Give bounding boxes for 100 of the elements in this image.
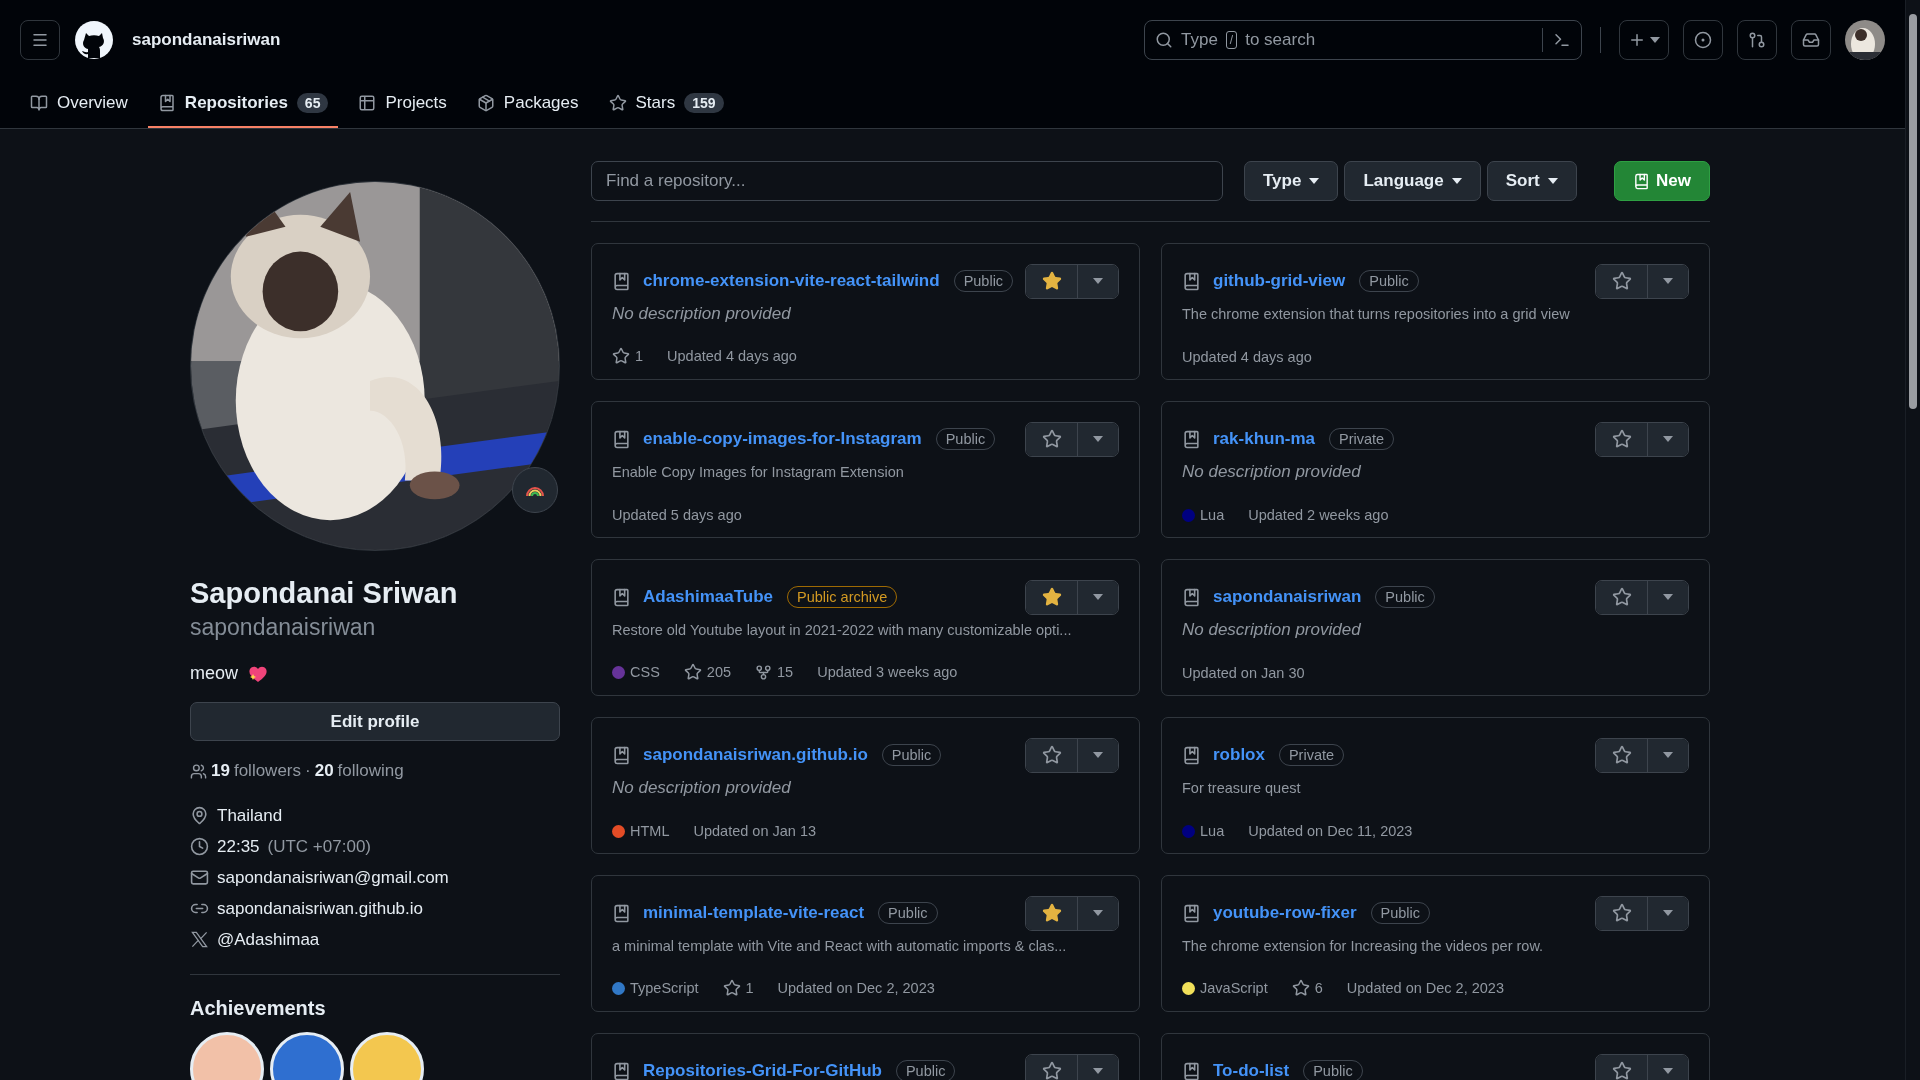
package-icon xyxy=(476,94,495,112)
language-name: TypeScript xyxy=(630,980,699,996)
star-list-dropdown[interactable] xyxy=(1648,264,1688,298)
search-field[interactable]: Type / to search xyxy=(1144,20,1582,60)
repository-description: For treasure quest xyxy=(1182,779,1302,798)
star-list-dropdown[interactable] xyxy=(1648,580,1688,614)
star-split-button[interactable] xyxy=(1595,579,1689,615)
star-button[interactable] xyxy=(1026,422,1078,456)
star-list-dropdown[interactable] xyxy=(1078,264,1118,298)
profile-detail[interactable]: sapondanaisriwan@gmail.com xyxy=(217,867,449,888)
star-list-dropdown[interactable] xyxy=(1078,422,1118,456)
star-split-button[interactable] xyxy=(1025,895,1119,931)
menu-button[interactable] xyxy=(20,20,60,60)
star-count[interactable]: 205 xyxy=(706,664,732,680)
fork-count[interactable]: 15 xyxy=(777,664,794,680)
profile-tab[interactable]: Repositories 65 xyxy=(147,80,339,128)
star-button[interactable] xyxy=(1026,1054,1078,1080)
repository-link[interactable]: minimal-template-vite-react xyxy=(643,903,865,923)
star-split-button[interactable] xyxy=(1595,421,1689,457)
repository-link[interactable]: youtube-row-fixer xyxy=(1213,903,1357,923)
star-button[interactable] xyxy=(1026,264,1078,298)
profile-tab[interactable]: Packages xyxy=(466,80,589,128)
profile-tab[interactable]: Overview xyxy=(20,80,138,128)
repository-link[interactable]: AdashimaaTube xyxy=(643,587,774,607)
filter-dropdown[interactable]: Type xyxy=(1244,161,1339,201)
inbox-button[interactable] xyxy=(1791,20,1831,60)
profile-tab[interactable]: Projects xyxy=(348,80,457,128)
star-split-button[interactable] xyxy=(1595,263,1689,299)
star-list-dropdown[interactable] xyxy=(1648,896,1688,930)
scrollbar[interactable] xyxy=(1905,0,1920,1080)
star-split-button[interactable] xyxy=(1025,579,1119,615)
command-palette-icon xyxy=(1553,31,1571,49)
star-split-button[interactable] xyxy=(1025,263,1119,299)
following-link[interactable]: following xyxy=(337,761,404,781)
repository-link[interactable]: roblox xyxy=(1213,745,1265,765)
star-split-button[interactable] xyxy=(1595,895,1689,931)
star-split-button[interactable] xyxy=(1025,737,1119,773)
star-button[interactable] xyxy=(1026,896,1078,930)
star-list-dropdown[interactable] xyxy=(1648,422,1688,456)
star-list-dropdown[interactable] xyxy=(1078,738,1118,772)
repository-link[interactable]: enable-copy-images-for-Instagram xyxy=(643,429,922,449)
star-count[interactable]: 6 xyxy=(1314,980,1323,996)
star-count[interactable]: 1 xyxy=(635,348,644,364)
star-button[interactable] xyxy=(1596,422,1648,456)
star-list-dropdown[interactable] xyxy=(1648,738,1688,772)
caret-icon xyxy=(1663,436,1673,442)
language-name: CSS xyxy=(630,664,660,680)
caret-icon xyxy=(1093,594,1103,600)
profile-detail[interactable]: sapondanaisriwan.github.io xyxy=(217,898,424,919)
star-split-button[interactable] xyxy=(1025,421,1119,457)
scrollbar-thumb[interactable] xyxy=(1909,14,1917,409)
caret-icon xyxy=(1309,178,1320,184)
star-split-button[interactable] xyxy=(1595,737,1689,773)
create-button[interactable] xyxy=(1619,20,1669,60)
repository-link[interactable]: sapondanaisriwan.github.io xyxy=(643,745,868,765)
mail-icon xyxy=(190,868,209,887)
repository-link[interactable]: Repositories-Grid-For-GitHub xyxy=(643,1061,882,1080)
repository-link[interactable]: github-grid-view xyxy=(1213,271,1346,291)
updated-time: Updated 3 weeks ago xyxy=(817,664,958,680)
star-list-dropdown[interactable] xyxy=(1078,1054,1118,1080)
repository-description: No description provided xyxy=(1182,619,1362,641)
profile-detail[interactable]: @Adashimaa xyxy=(217,929,320,950)
following-count[interactable]: 20 xyxy=(314,761,334,781)
filter-dropdown[interactable]: Sort xyxy=(1486,161,1577,201)
star-split-button[interactable] xyxy=(1595,1053,1689,1080)
repository-link[interactable]: sapondanaisriwan xyxy=(1213,587,1362,607)
book-icon xyxy=(157,94,176,112)
pull-requests-button[interactable] xyxy=(1737,20,1777,60)
star-button[interactable] xyxy=(1596,896,1648,930)
repository-link[interactable]: To-do-list xyxy=(1213,1061,1290,1080)
new-repository-button[interactable]: New xyxy=(1614,161,1710,201)
star-list-dropdown[interactable] xyxy=(1078,580,1118,614)
x-logo-icon xyxy=(190,930,209,949)
star-count[interactable]: 1 xyxy=(745,980,754,996)
star-button[interactable] xyxy=(1596,264,1648,298)
star-split-button[interactable] xyxy=(1025,1053,1119,1080)
star-list-dropdown[interactable] xyxy=(1648,1054,1688,1080)
octocat-logo-icon[interactable] xyxy=(74,20,114,60)
followers-count[interactable]: 19 xyxy=(211,761,230,781)
filter-dropdown[interactable]: Language xyxy=(1344,161,1481,201)
star-button[interactable] xyxy=(1596,1054,1648,1080)
profile-tab[interactable]: Stars 159 xyxy=(598,80,734,128)
star-icon xyxy=(608,94,627,112)
caret-icon xyxy=(1093,278,1103,284)
repository-link[interactable]: chrome-extension-vite-react-tailwind xyxy=(643,271,940,291)
repository-link[interactable]: rak-khun-ma xyxy=(1213,429,1316,449)
username[interactable]: sapondanaisriwan xyxy=(132,30,281,50)
updated-time: Updated 4 days ago xyxy=(1182,349,1312,365)
status-button[interactable] xyxy=(512,467,558,513)
star-list-dropdown[interactable] xyxy=(1078,896,1118,930)
star-button[interactable] xyxy=(1596,738,1648,772)
star-button[interactable] xyxy=(1026,738,1078,772)
issues-button[interactable] xyxy=(1683,20,1723,60)
edit-profile-button[interactable]: Edit profile xyxy=(190,702,560,741)
book-icon xyxy=(612,587,631,607)
star-button[interactable] xyxy=(1596,580,1648,614)
followers-link[interactable]: followers xyxy=(233,761,301,781)
repository-search-field[interactable]: Find a repository... xyxy=(591,161,1223,201)
star-button[interactable] xyxy=(1026,580,1078,614)
caret-icon xyxy=(1663,594,1673,600)
